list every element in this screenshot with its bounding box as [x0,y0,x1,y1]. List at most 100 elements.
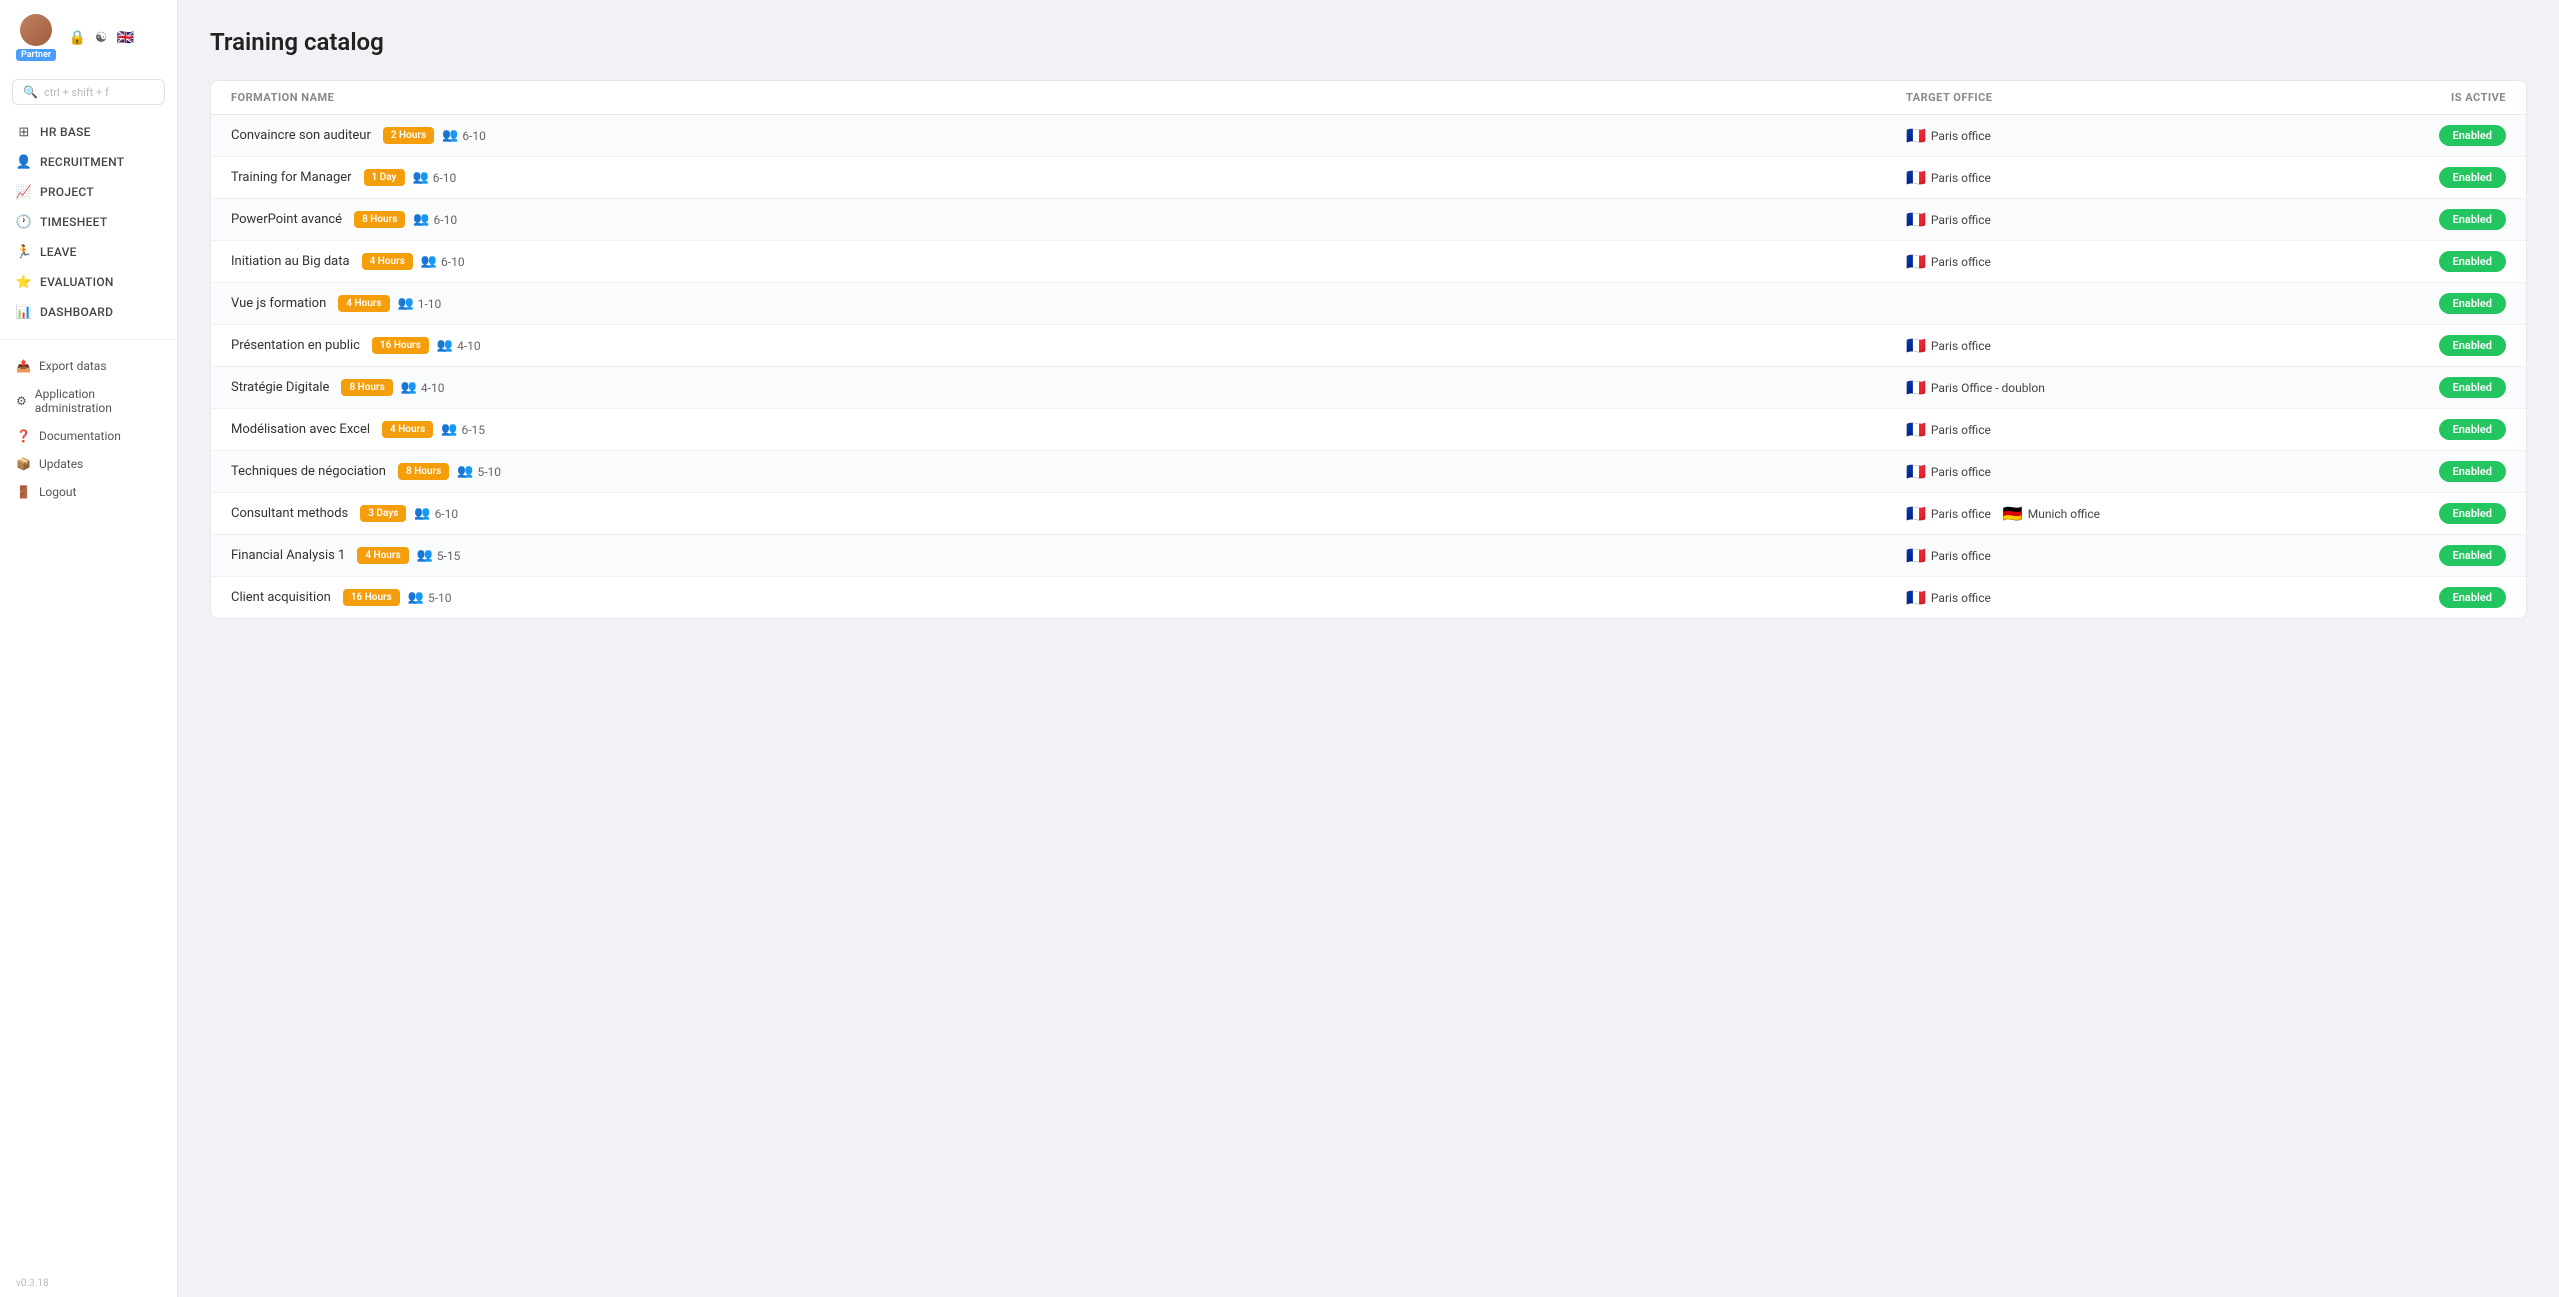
sidebar-icons: 🔒 ☯ 🇬🇧 [64,29,134,47]
formation-name-cell: Présentation en public16 Hours👥4-10 [231,337,1906,354]
target-office-cell: 🇫🇷Paris office [1906,168,2306,187]
table-row[interactable]: Modélisation avec Excel4 Hours👥6-15🇫🇷Par… [211,409,2526,451]
nav-label-dashboard: DASHBOARD [40,305,113,319]
status-badge: Enabled [2439,251,2506,272]
sidebar: Partner 🔒 ☯ 🇬🇧 🔍 ctrl + shift + f ⊞ HR B… [0,0,178,1297]
office-name: Paris office [1931,465,1991,479]
target-office-cell: 🇫🇷Paris office [1906,210,2306,229]
office-item: 🇫🇷Paris office [1906,210,1991,229]
status-badge: Enabled [2439,461,2506,482]
sidebar-item-leave[interactable]: 🏃 LEAVE [0,237,177,267]
participants-badge: 👥6-10 [414,506,458,521]
target-office-cell: 🇫🇷Paris office [1906,336,2306,355]
table-row[interactable]: Initiation au Big data4 Hours👥6-10🇫🇷Pari… [211,241,2526,283]
sidebar-item-app-admin[interactable]: ⚙ Application administration [0,380,177,422]
formation-name-cell: PowerPoint avancé8 Hours👥6-10 [231,211,1906,228]
duration-badge: 4 Hours [338,295,389,312]
formation-name-cell: Training for Manager1 Day👥6-10 [231,169,1906,186]
status-badge: Enabled [2439,503,2506,524]
target-office-cell: 🇫🇷 Paris office [1906,462,2306,481]
participants-count: 6-10 [462,129,486,143]
flag-icon[interactable]: 🇬🇧 [116,29,134,47]
duration-badge: 8 Hours [341,379,392,396]
sidebar-item-dashboard[interactable]: 📊 DASHBOARD [0,297,177,327]
office-item: 🇫🇷Paris office [1906,420,1991,439]
table-row[interactable]: Consultant methods3 Days👥6-10🇫🇷Paris off… [211,493,2526,535]
status-badge: Enabled [2439,335,2506,356]
is-active-cell: Enabled [2306,251,2506,272]
is-active-cell: Enabled [2306,335,2506,356]
nav-section: ⊞ HR BASE 👤 RECRUITMENT 📈 PROJECT 🕐 TIME… [0,113,177,331]
table-row[interactable]: Training for Manager1 Day👥6-10🇫🇷Paris of… [211,157,2526,199]
chart-icon: 📈 [16,184,32,200]
table-row[interactable]: Techniques de négociation 8 Hours👥5-10 🇫🇷 P… [211,451,2526,493]
is-active-cell: Enabled [2306,293,2506,314]
status-badge: Enabled [2439,125,2506,146]
participants-count: 6-10 [435,507,459,521]
utility-section: 📤 Export datas ⚙ Application administrat… [0,348,177,510]
clock-icon: 🕐 [16,214,32,230]
participants-badge: 👥1-10 [398,296,442,311]
office-item: 🇫🇷Paris office [1906,546,1991,565]
lock-icon[interactable]: 🔒 [68,29,86,47]
star-icon: ⭐ [16,274,32,290]
table-body: Convaincre son auditeur2 Hours👥6-10🇫🇷Par… [211,115,2526,618]
sidebar-item-documentation[interactable]: ❓ Documentation [0,422,177,450]
formation-meta: 8 Hours 👥4-10 [341,379,444,396]
sidebar-item-timesheet[interactable]: 🕐 TIMESHEET [0,207,177,237]
target-office-cell: 🇫🇷Paris office [1906,126,2306,145]
office-item: 🇫🇷Paris office [1906,504,1991,523]
formation-name: Training for Manager [231,170,352,185]
table-row[interactable]: PowerPoint avancé8 Hours👥6-10🇫🇷Paris off… [211,199,2526,241]
duration-badge: 3 Days [360,505,406,522]
table-row[interactable]: Stratégie Digitale8 Hours👥4-10🇫🇷Paris Of… [211,367,2526,409]
flag-icon: 🇫🇷 [1906,462,1926,481]
participants-icon: 👥 [442,128,458,143]
table-row[interactable]: Présentation en public16 Hours👥4-10🇫🇷Par… [211,325,2526,367]
flag-icon: 🇫🇷 [1906,252,1926,271]
app-admin-label: Application administration [35,387,161,415]
sidebar-item-project[interactable]: 📈 PROJECT [0,177,177,207]
flag-icon: 🇩🇪 [2003,504,2023,523]
export-icon: 📤 [16,359,31,373]
nav-label-hr-base: HR BASE [40,125,91,139]
participants-icon: 👥 [457,464,473,479]
participants-badge: 👥 6-10 [413,212,457,227]
participants-badge: 👥4-10 [401,380,445,395]
sidebar-item-updates[interactable]: 📦 Updates [0,450,177,478]
table-row[interactable]: Vue js formation4 Hours👥1-10Enabled [211,283,2526,325]
target-office-cell: 🇫🇷Paris office [1906,252,2306,271]
participants-count: 5-10 [428,591,452,605]
office-name: Paris office [1931,171,1991,185]
nav-label-timesheet: TIMESHEET [40,215,107,229]
search-bar[interactable]: 🔍 ctrl + shift + f [12,79,165,105]
participants-badge: 👥6-15 [441,422,485,437]
sidebar-item-export-datas[interactable]: 📤 Export datas [0,352,177,380]
table-row[interactable]: Financial Analysis 14 Hours👥5-15🇫🇷Paris … [211,535,2526,577]
formation-meta: 4 Hours 👥1-10 [338,295,441,312]
status-badge: Enabled [2439,419,2506,440]
status-badge: Enabled [2439,377,2506,398]
table-row[interactable]: Client acquisition16 Hours👥5-10🇫🇷Paris o… [211,577,2526,618]
analytics-icon[interactable]: ☯ [92,29,110,47]
sidebar-item-hr-base[interactable]: ⊞ HR BASE [0,117,177,147]
formation-meta: 3 Days 👥6-10 [360,505,458,522]
formation-meta: 8 Hours👥5-10 [398,463,501,480]
office-item: 🇫🇷Paris office [1906,126,1991,145]
sidebar-item-logout[interactable]: 🚪 Logout [0,478,177,506]
target-office-cell: 🇫🇷Paris Office - doublon [1906,378,2306,397]
formation-name-cell: Convaincre son auditeur2 Hours👥6-10 [231,127,1906,144]
formation-name-cell: Vue js formation4 Hours👥1-10 [231,295,1906,312]
sidebar-item-recruitment[interactable]: 👤 RECRUITMENT [0,147,177,177]
table-row[interactable]: Convaincre son auditeur2 Hours👥6-10🇫🇷Par… [211,115,2526,157]
office-name: Paris office [1931,423,1991,437]
participants-icon: 👥 [413,212,429,227]
office-name: Paris office [1931,591,1991,605]
sidebar-item-evaluation[interactable]: ⭐ EVALUATION [0,267,177,297]
participants-count: 6-10 [434,213,458,227]
participants-icon: 👥 [437,338,453,353]
catalog-table-wrapper: FORMATION NAME TARGET OFFICE IS ACTIVE C… [210,80,2527,619]
formation-name: Techniques de négociation [231,464,386,479]
flag-icon: 🇫🇷 [1906,210,1926,229]
office-name: Paris Office - doublon [1931,381,2045,395]
